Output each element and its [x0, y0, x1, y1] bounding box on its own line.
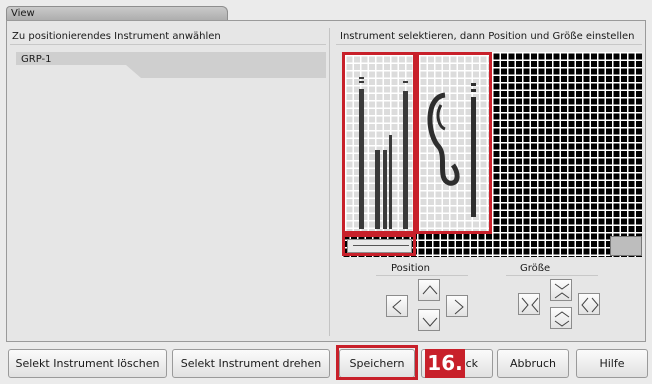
- cancel-button[interactable]: Abbruch: [497, 349, 569, 378]
- divider: [506, 275, 598, 276]
- move-down-button[interactable]: [418, 309, 440, 331]
- move-left-button[interactable]: [386, 295, 408, 317]
- ear-icon: [427, 83, 476, 217]
- move-right-button[interactable]: [446, 295, 468, 317]
- shrink-horizontal-icon: [521, 297, 539, 313]
- bar-graph-tick: [359, 77, 364, 79]
- instrument-small[interactable]: [610, 236, 642, 256]
- size-label: Größe: [520, 263, 551, 274]
- list-item-label: GRP-1: [21, 54, 52, 65]
- bar-graph-bar: [403, 91, 408, 229]
- list-item-grp-1[interactable]: GRP-1: [16, 52, 326, 78]
- divider: [376, 275, 468, 276]
- bar-graph-bar: [359, 89, 364, 229]
- bar-graph-tick: [359, 81, 364, 83]
- grow-height-button[interactable]: [550, 307, 572, 329]
- bar-graph-bar: [389, 135, 392, 229]
- arrow-left-icon: [392, 299, 402, 315]
- grow-horizontal-icon: [581, 297, 599, 313]
- instrument-list-title: Zu positionierendes Instrument anwählen: [12, 31, 221, 42]
- horizontal-line: [353, 245, 409, 246]
- save-button[interactable]: Speichern: [339, 349, 415, 378]
- bar-graph-tick: [403, 81, 408, 83]
- divider: [336, 44, 642, 45]
- shrink-width-button[interactable]: [518, 293, 540, 315]
- layout-grid[interactable]: [342, 52, 642, 257]
- instrument-horizontal-bar[interactable]: [342, 234, 416, 256]
- list-item-background: [16, 52, 326, 78]
- shrink-vertical-icon: [554, 283, 570, 299]
- arrow-right-icon: [454, 299, 464, 315]
- step-badge: 16.: [425, 349, 465, 378]
- position-label: Position: [391, 263, 430, 274]
- instrument-background: [347, 239, 412, 253]
- layout-panel-title: Instrument selektieren, dann Position un…: [340, 31, 635, 42]
- bar-graph-bar: [375, 150, 380, 229]
- divider: [10, 44, 326, 45]
- arrow-up-icon: [422, 285, 438, 295]
- delete-instrument-button[interactable]: Selekt Instrument löschen: [8, 349, 167, 378]
- window-title-tab: View: [6, 6, 228, 20]
- instrument-bargraph[interactable]: [342, 52, 416, 234]
- grow-vertical-icon: [554, 311, 570, 327]
- instrument-intercom[interactable]: [416, 52, 492, 234]
- shrink-height-button[interactable]: [550, 279, 572, 301]
- rotate-instrument-button[interactable]: Selekt Instrument drehen: [172, 349, 330, 378]
- help-button[interactable]: Hilfe: [576, 349, 648, 378]
- grow-width-button[interactable]: [578, 293, 600, 315]
- arrow-down-icon: [422, 317, 438, 327]
- bar-graph-bar: [383, 150, 387, 229]
- move-up-button[interactable]: [418, 279, 440, 301]
